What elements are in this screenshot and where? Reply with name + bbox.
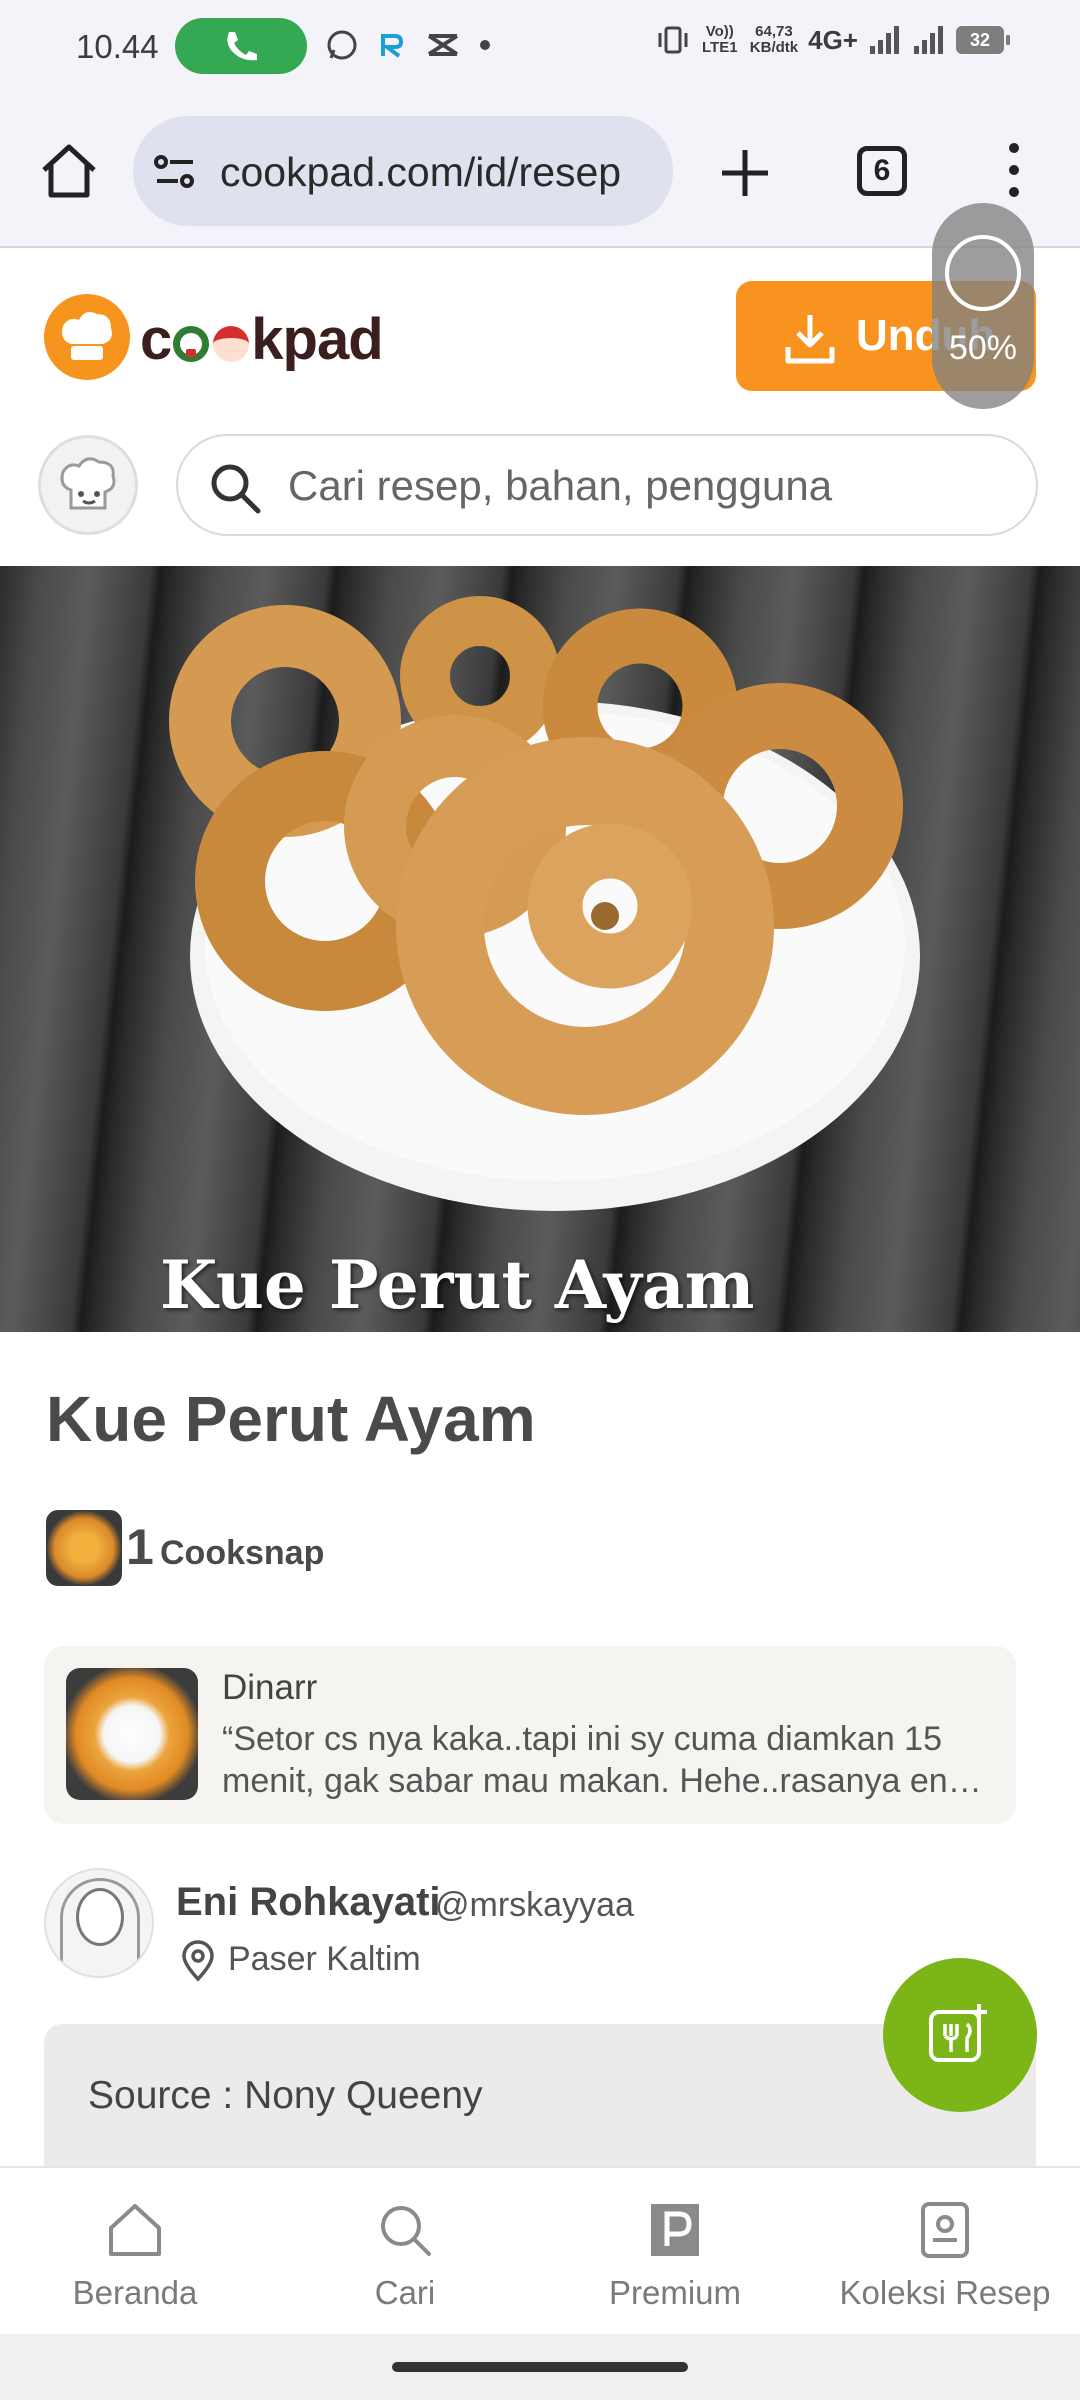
nav-search[interactable]: Cari [270,2168,540,2336]
comment-photo [66,1668,198,1800]
ongoing-call-chip[interactable] [175,18,307,74]
more-notifications-icon [480,40,490,50]
new-tab-icon[interactable] [716,144,774,202]
recipe-title: Kue Perut Ayam [46,1383,536,1455]
download-icon [785,315,835,364]
cookpad-logo[interactable]: c kpad [140,306,384,373]
site-settings-icon[interactable] [153,154,197,190]
signal-2-icon [914,26,943,54]
nav-home[interactable]: Beranda [0,2168,270,2336]
nav-premium-label: Premium [608,2274,742,2311]
author-location: Paser Kaltim [228,1940,421,1978]
capcut-icon [427,34,459,56]
face-icon [945,235,1021,311]
cooksnap-count[interactable]: 1 [126,1518,154,1576]
cooksnap-comment-card[interactable]: Dinarr “Setor cs nya kaka..tapi ini sy c… [44,1646,1016,1824]
cookpad-logo-badge[interactable] [44,294,130,380]
status-indicators: Vo)) LTE1 64,73 KB/dtk 4G+ 32 [656,23,1010,56]
recipe-source: Source : Nony Queeny [88,2074,483,2117]
premium-icon [651,2204,699,2256]
search-icon [211,464,261,514]
author-name[interactable]: Eni Rohkayati [176,1880,441,1925]
comment-text: “Setor cs nya kaka..tapi ini sy cuma dia… [222,1720,984,1800]
bottom-navigation: Beranda Cari Premium Koleksi Resep [0,2166,1080,2334]
add-recipe-fab[interactable] [883,1958,1037,2112]
nav-collection[interactable]: Koleksi Resep [810,2168,1080,2336]
app-r-icon [381,34,404,58]
search-input[interactable] [288,456,1008,516]
nav-home-label: Beranda [72,2274,198,2311]
cooksnap-label[interactable]: Cooksnap [160,1534,324,1573]
status-bar: 10.44 Vo)) LTE1 64,73 KB/dtk 4G+ 32 [0,0,1080,100]
photo-caption: Kue Perut Ayam [160,1246,755,1324]
collection-icon [921,2202,969,2258]
net-speed-value: 64,73 [755,23,793,40]
home-icon[interactable] [38,142,100,200]
author-handle[interactable]: @mrskayyaa [435,1886,634,1925]
volte-indicator: Vo)) LTE1 [702,23,738,56]
status-time: 10.44 [76,28,159,65]
nav-premium[interactable]: Premium [540,2168,810,2336]
vibrate-icon [658,26,688,54]
more-menu-icon[interactable] [1006,140,1022,200]
chef-hat-icon [62,312,112,360]
overlay-widget[interactable]: 50% [932,203,1034,409]
home-icon [109,2204,161,2256]
battery-icon: 32 [956,26,1010,54]
logo-text-end: kpad [251,307,383,372]
nav-search-label: Cari [374,2274,436,2311]
search-bar[interactable] [176,434,1038,536]
add-recipe-icon [929,2004,987,2062]
wreath-icon [173,325,210,362]
phone-icon [227,32,257,61]
net-speed: 64,73 KB/dtk [750,24,798,56]
fried-dough-plate-illustration [169,596,920,1211]
avatar-face [76,1888,124,1946]
browser-toolbar: cookpad.com/id/resep 6 [0,100,1080,248]
location-pin-icon [182,1940,214,1982]
address-bar[interactable]: cookpad.com/id/resep [133,116,673,226]
recipe-photo[interactable]: Kue Perut Ayam [0,566,1080,1332]
author-avatar[interactable] [44,1868,154,1978]
gesture-bar [0,2334,1080,2400]
search-icon [381,2206,431,2256]
overlay-percent: 50% [948,329,1018,367]
santa-icon [213,325,250,362]
comment-author: Dinarr [222,1668,318,1707]
nav-collection-label: Koleksi Resep [839,2274,1051,2311]
network-type: 4G+ [808,24,858,55]
home-indicator[interactable] [392,2362,688,2372]
notification-icons [325,28,491,62]
signal-icon [870,26,899,54]
chef-avatar-icon [60,457,116,510]
whatsapp-icon [327,30,357,60]
tab-switcher-button[interactable]: 6 [857,146,907,196]
net-speed-unit: KB/dtk [749,39,799,56]
url-text: cookpad.com/id/resep [220,149,622,195]
user-avatar[interactable] [38,435,138,535]
cooksnap-thumbnail[interactable] [46,1510,122,1586]
logo-text-start: c [140,307,172,372]
